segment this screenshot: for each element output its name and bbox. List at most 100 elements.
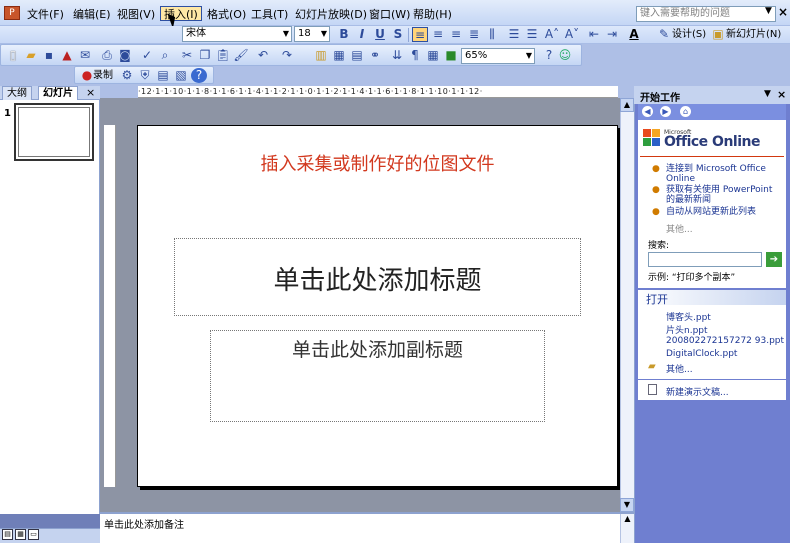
bold-button[interactable]: B xyxy=(336,27,352,42)
recent-file[interactable]: 片头n.ppt xyxy=(666,323,708,336)
tab-outline[interactable]: 大纲 xyxy=(2,86,32,100)
format-painter-icon[interactable]: 🖌︎ xyxy=(233,48,249,63)
menu-help[interactable]: 帮助(H) xyxy=(410,7,455,22)
menu-file[interactable]: 文件(F) xyxy=(24,7,67,22)
help-icon[interactable]: ? xyxy=(541,48,557,63)
shadow-button[interactable]: S xyxy=(390,27,406,42)
color-grayscale-icon[interactable]: ■ xyxy=(443,48,459,63)
tools-icon[interactable]: ⚙ xyxy=(119,68,135,83)
print-icon[interactable]: ⎙ xyxy=(99,48,115,63)
control-toolbox-icon[interactable]: ▧ xyxy=(173,68,189,83)
show-formatting-icon[interactable]: ¶ xyxy=(407,48,423,63)
help-circle-icon[interactable]: ? xyxy=(191,68,207,83)
search-go-icon[interactable]: ➔ xyxy=(766,252,782,267)
notes-scrollbar[interactable]: ▲ xyxy=(620,514,634,543)
slideshow-view-icon[interactable]: ▭ xyxy=(28,529,39,540)
new-slide-icon[interactable]: ▣ xyxy=(710,27,726,42)
link-auto-update-list[interactable]: 自动从网站更新此列表 xyxy=(666,207,784,217)
open-folder-icon[interactable]: ▰ xyxy=(23,48,39,63)
help-question-input[interactable]: 键入需要帮助的问题 xyxy=(636,6,776,22)
new-presentation-link[interactable]: 新建演示文稿... xyxy=(666,385,729,398)
redo-icon[interactable]: ↷ xyxy=(279,48,295,63)
menu-window[interactable]: 窗口(W) xyxy=(366,7,413,22)
justify-icon[interactable]: ≣ xyxy=(466,27,482,42)
chevron-down-icon[interactable]: ▼ xyxy=(765,6,772,16)
distribute-icon[interactable]: ⫼ xyxy=(484,27,500,42)
standard-toolbar: ▯ ▰ ▪ ▲ ✉ ⎙ ◙ ✓ ⌕ ✂ ❐ 📋︎ 🖌︎ ↶ ↷ ▥ ▦ ▤ ⚭ … xyxy=(0,44,582,66)
align-center-icon[interactable]: ≡ xyxy=(430,27,446,42)
close-icon[interactable]: × xyxy=(778,5,788,19)
notes-placeholder: 单击此处添加备注 xyxy=(104,520,184,531)
align-left-icon[interactable]: ≡ xyxy=(412,27,428,42)
paste-icon[interactable]: 📋︎ xyxy=(215,48,231,63)
home-icon[interactable]: ⌂ xyxy=(680,106,691,117)
tables-borders-icon[interactable]: ▤ xyxy=(349,48,365,63)
numbered-list-icon[interactable]: ☰ xyxy=(506,27,522,42)
increase-indent-icon[interactable]: ⇥ xyxy=(604,27,620,42)
vertical-scrollbar[interactable] xyxy=(620,98,634,512)
cut-icon[interactable]: ✂ xyxy=(179,48,195,63)
scroll-down-icon[interactable]: ▼ xyxy=(620,498,634,512)
font-name-select[interactable]: 宋体 ▼ xyxy=(182,26,292,42)
insert-hyperlink-icon[interactable]: ⚭ xyxy=(367,48,383,63)
permission-icon[interactable]: ▲ xyxy=(59,48,75,63)
italic-button[interactable]: I xyxy=(354,27,370,42)
chevron-down-icon[interactable]: ▼ xyxy=(764,89,771,99)
link-connect-office-online[interactable]: 连接到 Microsoft Office Online xyxy=(666,164,784,184)
forward-icon[interactable]: ▶ xyxy=(660,106,671,117)
recent-file[interactable]: 200802272157272 93.ppt xyxy=(666,336,784,346)
font-color-icon[interactable]: A xyxy=(626,27,642,42)
powerpoint-app-icon[interactable]: P xyxy=(4,6,20,20)
close-icon[interactable]: × xyxy=(86,86,95,99)
expand-all-icon[interactable]: ⇊ xyxy=(389,48,405,63)
bullet-list-icon[interactable]: ☰ xyxy=(524,27,540,42)
menu-format[interactable]: 格式(O) xyxy=(204,7,249,22)
link-powerpoint-news[interactable]: 获取有关使用 PowerPoint 的最新新闻 xyxy=(666,185,784,205)
record-button[interactable]: 录制 xyxy=(93,68,113,83)
font-size-select[interactable]: 18 ▼ xyxy=(294,26,330,42)
zoom-select[interactable]: 65% ▼ xyxy=(461,48,535,64)
insert-table-icon[interactable]: ▦ xyxy=(331,48,347,63)
normal-view-icon[interactable]: ▤ xyxy=(2,529,13,540)
chevron-down-icon: ▼ xyxy=(525,51,532,60)
recent-file[interactable]: 博客头.ppt xyxy=(666,310,711,323)
back-icon[interactable]: ◀ xyxy=(642,106,653,117)
menu-edit[interactable]: 编辑(E) xyxy=(70,7,114,22)
menu-view[interactable]: 视图(V) xyxy=(114,7,158,22)
underline-button[interactable]: U xyxy=(372,27,388,42)
spelling-icon[interactable]: ✓ xyxy=(139,48,155,63)
decrease-indent-icon[interactable]: ⇤ xyxy=(586,27,602,42)
scroll-up-icon[interactable]: ▲ xyxy=(620,98,634,112)
tab-slides[interactable]: 幻灯片 xyxy=(38,86,78,100)
show-grid-icon[interactable]: ▦ xyxy=(425,48,441,63)
save-icon[interactable]: ▪ xyxy=(41,48,57,63)
menu-tools[interactable]: 工具(T) xyxy=(248,7,291,22)
more-link[interactable]: 其他... xyxy=(666,222,693,235)
new-file-icon[interactable]: ▯ xyxy=(5,48,21,63)
insert-chart-icon[interactable]: ▥ xyxy=(313,48,329,63)
search-input[interactable] xyxy=(648,252,762,267)
align-right-icon[interactable]: ≡ xyxy=(448,27,464,42)
close-icon[interactable]: × xyxy=(777,88,786,101)
vertical-ruler[interactable] xyxy=(104,125,116,487)
design-icon[interactable]: ✎ xyxy=(656,27,672,42)
research-icon[interactable]: ⌕ xyxy=(157,48,173,63)
horizontal-ruler[interactable]: ·12·1·1·10·1·1·8·1·1·6·1·1·4·1·1·2·1·1·0… xyxy=(138,86,618,98)
design-button[interactable]: 设计(S) xyxy=(672,27,706,42)
increase-font-icon[interactable]: A˄ xyxy=(544,27,560,42)
slide-sorter-icon[interactable]: ▦ xyxy=(15,529,26,540)
security-icon[interactable]: ⛨ xyxy=(137,68,153,83)
menu-insert[interactable]: 插入(I) xyxy=(160,6,202,21)
slide-picture-title[interactable]: 插入采集或制作好的位图文件 xyxy=(137,150,618,176)
undo-icon[interactable]: ↶ xyxy=(255,48,271,63)
menu-slideshow[interactable]: 幻灯片放映(D) xyxy=(292,7,370,22)
visual-basic-icon[interactable]: ▤ xyxy=(155,68,171,83)
copy-icon[interactable]: ❐ xyxy=(197,48,213,63)
new-slide-button[interactable]: 新幻灯片(N) xyxy=(726,27,781,42)
print-preview-icon[interactable]: ◙ xyxy=(117,48,133,63)
recent-file[interactable]: DigitalClock.ppt xyxy=(666,349,737,359)
office-assistant-icon[interactable]: ☺ xyxy=(557,48,573,63)
email-icon[interactable]: ✉ xyxy=(77,48,93,63)
open-more-link[interactable]: 其他... xyxy=(666,362,693,375)
decrease-font-icon[interactable]: A˅ xyxy=(564,27,580,42)
